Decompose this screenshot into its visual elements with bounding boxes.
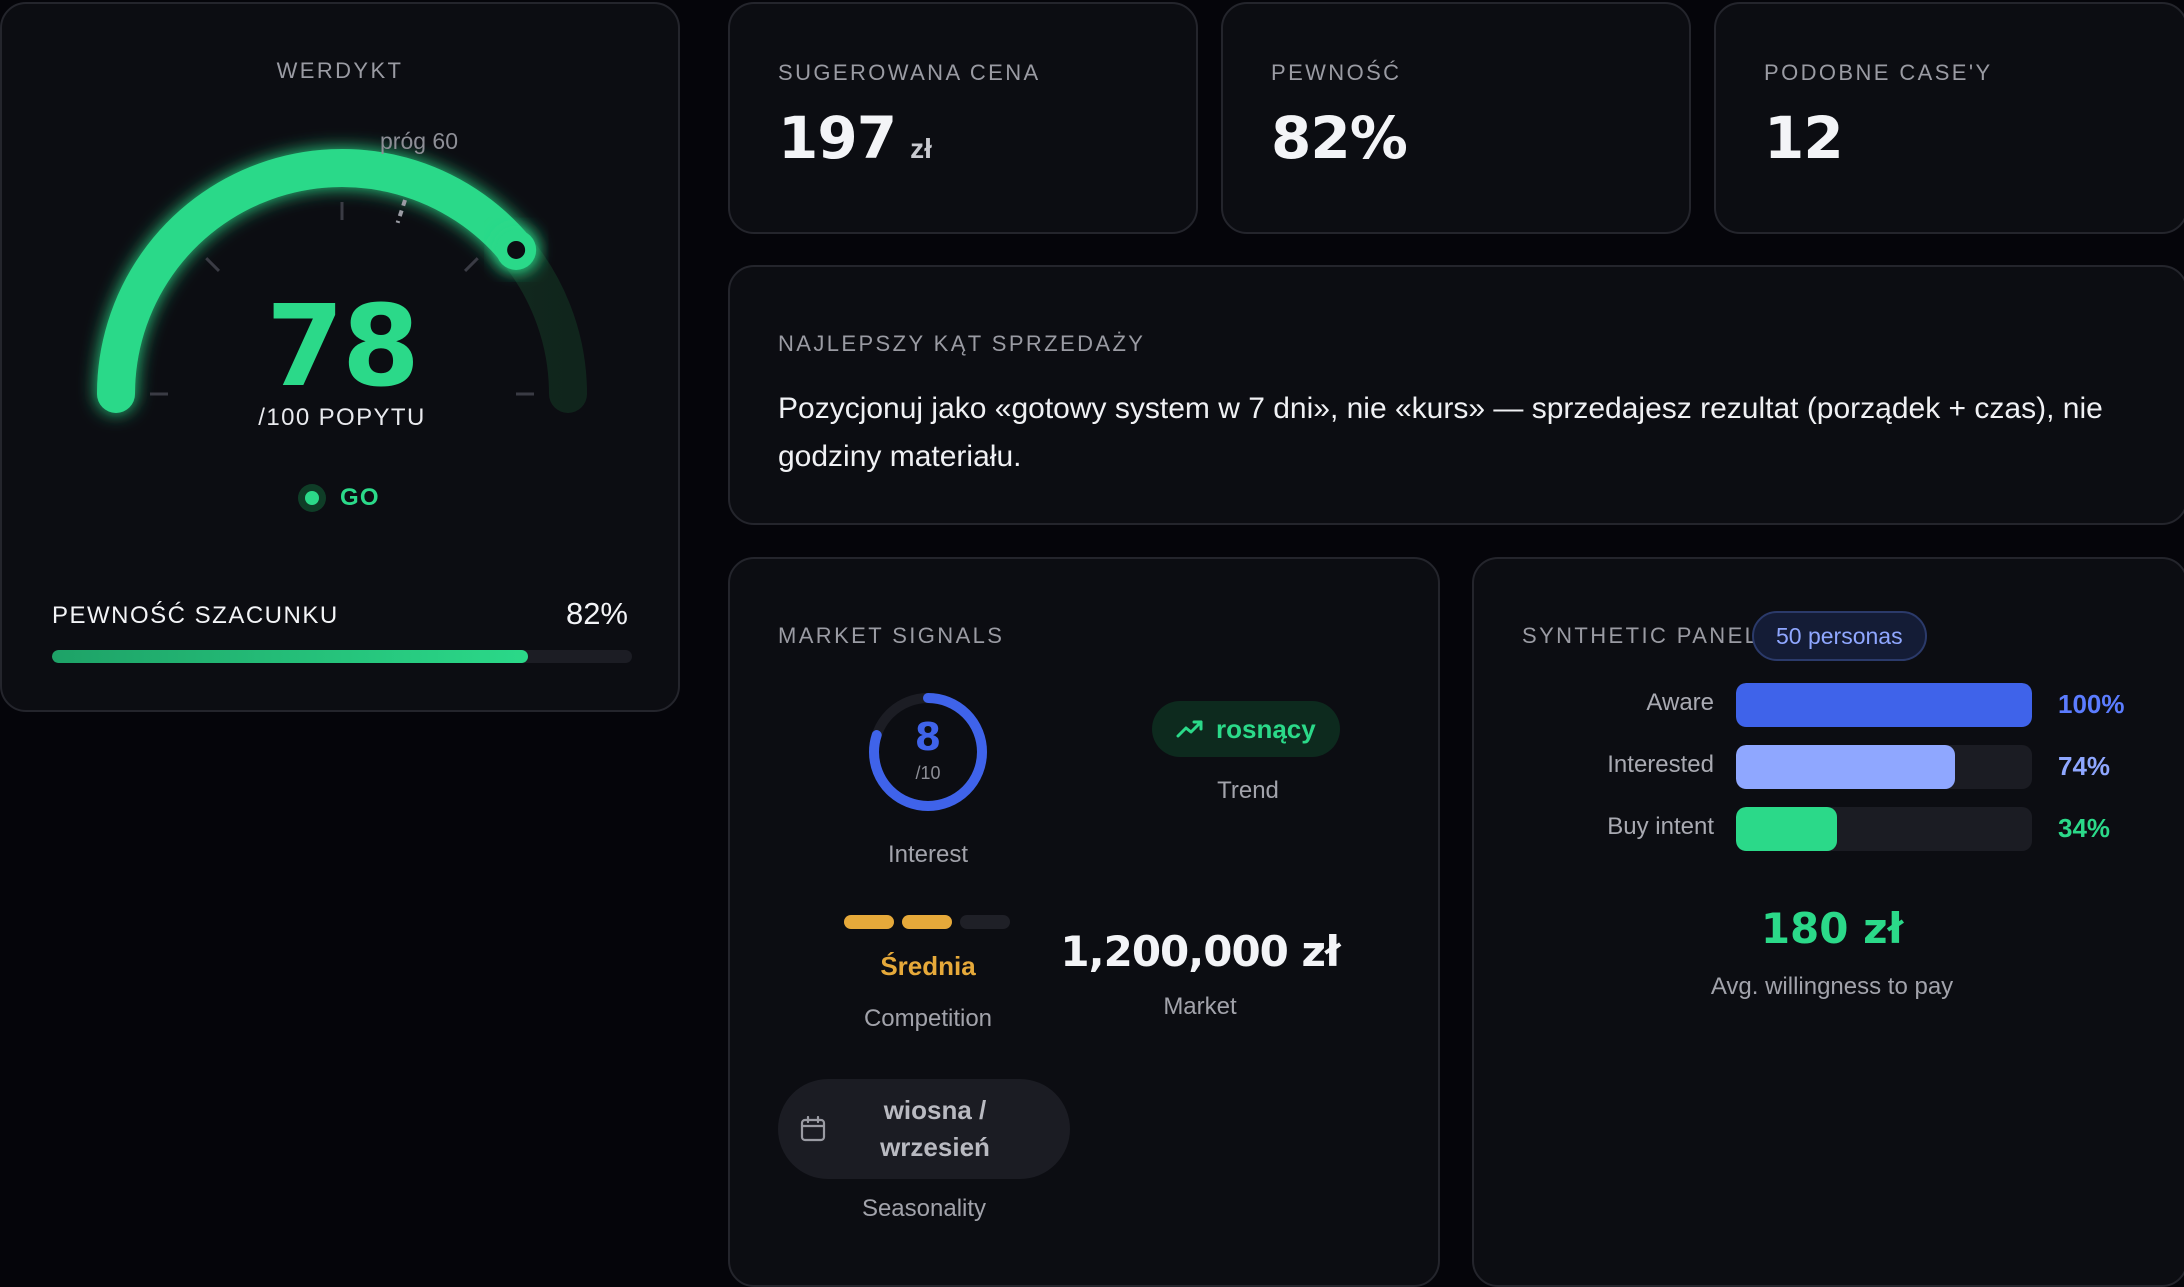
verdict-card: WERDYKT próg 60 78 /100 POPYTU GO PEWNOŚ… [0, 2, 680, 712]
funnel-stage-name: Interested [1607, 751, 1714, 778]
sales-angle-card: NAJLEPSZY KĄT SPRZEDAŻY Pozycjonuj jako … [728, 265, 2184, 525]
competition-bars [844, 915, 1010, 929]
market-caption: Market [1163, 993, 1237, 1020]
suggested-price-label: SUGEROWANA CENA [778, 60, 1041, 85]
similar-cases-card: PODOBNE CASE'Y 12 [1714, 2, 2184, 234]
funnel-stage-name: Buy intent [1607, 813, 1714, 840]
sales-angle-label: NAJLEPSZY KĄT SPRZEDAŻY [778, 331, 1146, 356]
funnel-bar-fill [1736, 683, 2032, 727]
seasonality-badge: wiosna / wrzesień [778, 1079, 1070, 1179]
market-signals-card: MARKET SIGNALS 8 /10 Interest rosnący Tr… [728, 557, 1440, 1287]
status-dot-icon [298, 484, 326, 512]
market-size-value: 1,200,000 zł [1060, 927, 1340, 976]
interest-ring: 8 /10 [865, 689, 991, 815]
gauge-tick [205, 257, 221, 273]
interest-value: 8 [914, 715, 942, 759]
trend-value: rosnący [1216, 713, 1316, 744]
suggested-price-card: SUGEROWANA CENA 197 zł [728, 2, 1198, 234]
seasonality-caption: Seasonality [861, 1195, 987, 1222]
funnel-bar [1736, 683, 2032, 727]
demand-score-suffix: /100 POPYTU [258, 404, 426, 431]
funnel-bar-fill [1736, 745, 1956, 789]
funnel-stage-percent: 100% [2058, 689, 2125, 719]
confidence-card-value: 82% [1271, 104, 1408, 172]
funnel-row-aware: Aware 100% [1474, 683, 2184, 729]
confidence-card-label: PEWNOŚĆ [1271, 60, 1402, 85]
similar-cases-label: PODOBNE CASE'Y [1764, 60, 1993, 85]
personas-badge: 50 personas [1752, 611, 1927, 661]
funnel-stage-name: Aware [1646, 689, 1714, 716]
suggested-price-unit: zł [910, 133, 932, 164]
similar-cases-value: 12 [1764, 104, 1844, 172]
funnel-row-buy-intent: Buy intent 34% [1474, 807, 2184, 853]
willingness-to-pay-caption: Avg. willingness to pay [1710, 973, 1954, 1000]
funnel-bar [1736, 745, 2032, 789]
competition-level-segment [844, 915, 894, 929]
competition-caption: Competition [863, 1005, 993, 1032]
seasonality-value: wiosna / wrzesień [880, 1095, 990, 1162]
confidence-bar-fill [52, 650, 528, 663]
gauge-threshold-marker [395, 199, 407, 224]
confidence-card: PEWNOŚĆ 82% [1221, 2, 1691, 234]
confidence-value: 82% [565, 596, 628, 631]
threshold-label: próg 60 [380, 128, 459, 154]
gauge-knob-center [507, 240, 526, 259]
calendar-icon [800, 1116, 826, 1142]
trend-caption: Trend [1217, 777, 1279, 804]
competition-level-segment [902, 915, 952, 929]
interest-caption: Interest [887, 841, 969, 868]
funnel-stage-percent: 74% [2058, 751, 2111, 781]
competition-level: Średnia [880, 951, 976, 981]
synthetic-panel-card: SYNTHETIC PANEL 50 personas Aware 100% I… [1472, 557, 2184, 1287]
willingness-to-pay-value: 180 zł [1760, 904, 1904, 953]
market-signals-title: MARKET SIGNALS [778, 623, 1005, 648]
confidence-label: PEWNOŚĆ SZACUNKU [52, 602, 339, 629]
trend-badge: rosnący [1152, 701, 1340, 757]
competition-level-segment [960, 915, 1010, 929]
suggested-price-value: 197 [778, 104, 897, 172]
synthetic-panel-title: SYNTHETIC PANEL [1522, 623, 1760, 648]
verdict-status: GO [340, 484, 380, 511]
funnel-bar [1736, 807, 2032, 851]
confidence-bar [52, 650, 632, 663]
demand-score: 78 [266, 282, 420, 412]
funnel-row-interested: Interested 74% [1474, 745, 2184, 791]
verdict-status-badge: GO [298, 484, 380, 512]
trending-up-icon [1176, 720, 1203, 738]
sales-angle-text: Pozycjonuj jako «gotowy system w 7 dni»,… [778, 392, 2103, 473]
interest-denominator: /10 [915, 763, 941, 783]
funnel-stage-percent: 34% [2058, 813, 2111, 843]
gauge-tick [463, 257, 479, 273]
funnel-bar-fill [1736, 807, 1837, 851]
